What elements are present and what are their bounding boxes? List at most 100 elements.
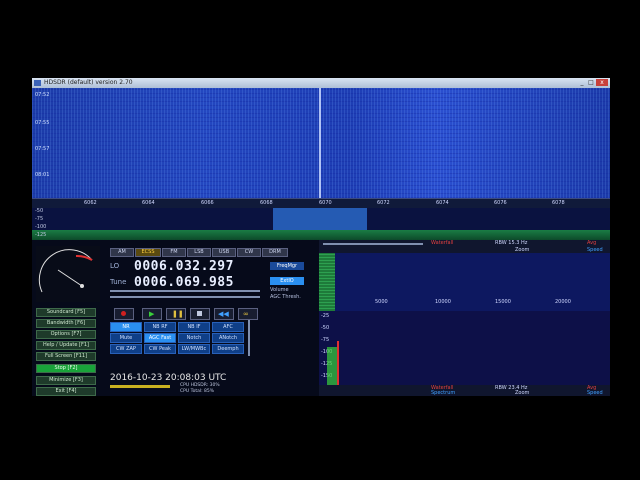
- mode-ecss[interactable]: ECSS: [135, 248, 161, 257]
- freq-tick: 6064: [142, 200, 155, 206]
- freq-tick: 6066: [201, 200, 214, 206]
- stop-button[interactable]: Stop [F2]: [36, 364, 96, 373]
- audio-freq-tick: 15000: [495, 299, 511, 305]
- full-screen-button[interactable]: Full Screen [F11]: [36, 352, 96, 361]
- bandwidth-button[interactable]: Bandwidth [F6]: [36, 319, 96, 328]
- audio-spectrum[interactable]: -25 -50 -75 -100 -125 -150: [319, 311, 610, 385]
- spectrum-level: -50: [35, 208, 44, 214]
- stop-icon: [197, 311, 202, 316]
- audio-level: -75: [321, 337, 330, 343]
- volume-slider[interactable]: [110, 290, 260, 292]
- record-button[interactable]: [114, 308, 134, 320]
- audio-freq-tick: 10000: [435, 299, 451, 305]
- dsp-nb-if[interactable]: NB IF: [178, 322, 210, 332]
- minimize-window-button[interactable]: _: [578, 79, 586, 86]
- help-update-button[interactable]: Help / Update [F1]: [36, 341, 96, 350]
- freqmgr-button[interactable]: FreqMgr: [270, 262, 304, 270]
- freq-tick: 6078: [552, 200, 565, 206]
- waterfall-time-label: 08:01: [35, 172, 50, 178]
- s-meter-dial: [38, 249, 93, 293]
- app-icon: [34, 80, 41, 86]
- freq-tick: 6074: [436, 200, 449, 206]
- zoom-label-bottom: Zoom: [515, 390, 530, 396]
- freq-tick: 6076: [494, 200, 507, 206]
- dsp-afc[interactable]: AFC: [212, 322, 244, 332]
- dsp-lwmwbc[interactable]: LW/MWBc: [178, 344, 210, 354]
- dsp-deemph[interactable]: Deemph: [212, 344, 244, 354]
- audio-top-bar: Waterfall RBW 15.3 Hz Avg Zoom Speed: [319, 240, 610, 253]
- mode-fm[interactable]: FM: [162, 248, 186, 257]
- mode-cw[interactable]: CW: [237, 248, 261, 257]
- audio-signal-band: [319, 253, 335, 311]
- waterfall-time-label: 07:52: [35, 92, 50, 98]
- minimize-button[interactable]: Minimize [F3]: [36, 376, 96, 385]
- date-time-display: 2016-10-23 20:08:03 UTC: [110, 373, 227, 383]
- speed-label-bottom: Speed: [587, 390, 603, 396]
- loop-icon: ∞: [243, 310, 249, 318]
- spectrum-level: -125: [35, 232, 47, 238]
- dsp-notch[interactable]: Notch: [178, 333, 210, 343]
- extio-button[interactable]: ExtIO: [270, 277, 304, 285]
- audio-level: -50: [321, 325, 330, 331]
- freq-tick: 6062: [84, 200, 97, 206]
- tune-label: Tune: [110, 278, 127, 286]
- audio-spectrum-label: Spectrum: [431, 390, 456, 396]
- dsp-nr[interactable]: NR: [110, 322, 142, 332]
- cpu-hdsdr: CPU HDSDR: 30%: [180, 383, 220, 388]
- agc-threshold-slider[interactable]: [110, 296, 260, 298]
- spectrum-level: -100: [35, 224, 47, 230]
- pause-icon: ❚❚: [172, 310, 184, 318]
- audio-waterfall-label: Waterfall: [431, 240, 454, 246]
- dsp-agc-fast[interactable]: AGC Fast: [144, 333, 176, 343]
- audio-panel: Waterfall RBW 15.3 Hz Avg Zoom Speed 500…: [319, 240, 610, 396]
- dsp-cw-peak[interactable]: CW Peak: [144, 344, 176, 354]
- soundcard-button[interactable]: Soundcard [F5]: [36, 308, 96, 317]
- tune-frequency-display[interactable]: 0006.069.985: [134, 276, 234, 290]
- waterfall-time-label: 07:57: [35, 146, 50, 152]
- play-icon: ▶: [149, 310, 155, 318]
- close-window-button[interactable]: x: [596, 79, 608, 86]
- record-icon: [121, 311, 126, 316]
- lo-label: LO: [110, 262, 120, 270]
- options-button[interactable]: Options [F7]: [36, 330, 96, 339]
- play-button[interactable]: ▶: [142, 308, 162, 320]
- rf-spectrum[interactable]: -50 -75 -100 -125: [32, 208, 610, 240]
- rewind-icon: ◀◀: [218, 310, 229, 318]
- audio-waterfall-slider[interactable]: [323, 243, 423, 245]
- dsp-cw-zap[interactable]: CW ZAP: [110, 344, 142, 354]
- dsp-nb-rf[interactable]: NB RF: [144, 322, 176, 332]
- freq-tick: 6072: [377, 200, 390, 206]
- nr-level-slider[interactable]: [248, 320, 250, 356]
- agc-thresh-label: AGC Thresh.: [270, 294, 301, 300]
- freq-tick: 6068: [260, 200, 273, 206]
- window-title: HDSDR (default) version 2.70: [44, 79, 133, 86]
- audio-waterfall[interactable]: 5000 10000 15000 20000: [319, 253, 610, 311]
- mode-lsb[interactable]: LSB: [187, 248, 211, 257]
- filter-passband[interactable]: [273, 208, 367, 230]
- stop-playback-button[interactable]: [190, 308, 210, 320]
- title-bar: HDSDR (default) version 2.70 _ □ x: [32, 78, 610, 88]
- s-meter: [36, 246, 100, 302]
- freq-tick: 6070: [319, 200, 332, 206]
- pause-button[interactable]: ❚❚: [166, 308, 186, 320]
- mode-usb[interactable]: USB: [212, 248, 236, 257]
- rbw-top[interactable]: RBW 15.3 Hz: [495, 240, 527, 246]
- lo-frequency-display[interactable]: 0006.032.297: [134, 260, 234, 274]
- waterfall-time-label: 07:55: [35, 120, 50, 126]
- dsp-mute[interactable]: Mute: [110, 333, 142, 343]
- exit-button[interactable]: Exit [F4]: [36, 387, 96, 396]
- rf-waterfall[interactable]: 07:52 07:55 07:57 08:01: [32, 88, 610, 198]
- volume-label: Volume: [270, 287, 289, 293]
- audio-level: -25: [321, 313, 330, 319]
- tuned-carrier-line: [319, 88, 321, 198]
- maximize-window-button[interactable]: □: [587, 79, 595, 86]
- mode-am[interactable]: AM: [110, 248, 134, 257]
- noise-floor: [32, 230, 610, 240]
- audio-bottom-bar: Waterfall Spectrum RBW 23.4 Hz Zoom Avg …: [319, 385, 610, 396]
- dsp-anotch[interactable]: ANotch: [212, 333, 244, 343]
- rewind-button[interactable]: ◀◀: [214, 308, 234, 320]
- loop-button[interactable]: ∞: [238, 308, 258, 320]
- cpu-bar: [110, 385, 170, 388]
- spectrum-level: -75: [35, 216, 44, 222]
- mode-drm[interactable]: DRM: [262, 248, 288, 257]
